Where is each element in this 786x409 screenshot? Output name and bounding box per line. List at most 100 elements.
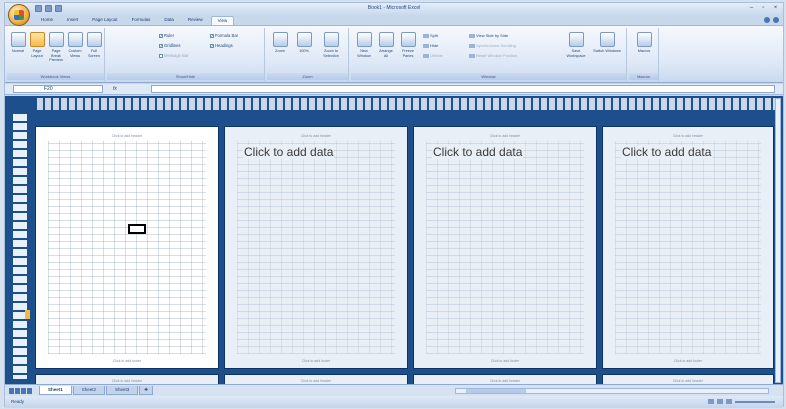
check-icon: ✓ <box>210 43 214 48</box>
normal-view-status-icon[interactable] <box>708 399 714 404</box>
switch-windows-button[interactable]: Switch Windows <box>593 32 621 54</box>
horizontal-scrollbar[interactable] <box>455 388 769 394</box>
tab-data[interactable]: Data <box>158 16 180 25</box>
active-cell[interactable] <box>128 224 146 234</box>
last-sheet-icon[interactable] <box>27 388 32 394</box>
page-header[interactable]: Click to add header <box>603 134 773 138</box>
prev-sheet-icon[interactable] <box>15 388 20 394</box>
side-by-side-icon <box>469 33 475 38</box>
ribbon: Normal Page Layout Page Break Preview Cu… <box>5 25 783 83</box>
first-sheet-icon[interactable] <box>9 388 14 394</box>
page-4[interactable]: Click to add header Click to add data Cl… <box>602 126 774 369</box>
new-window-button[interactable]: New Window <box>355 32 373 58</box>
click-to-add-data[interactable]: Click to add data <box>432 145 524 159</box>
page-layout-view-icon <box>29 32 45 47</box>
save-workspace-button[interactable]: Save Workspace <box>563 32 589 58</box>
insert-function-icon[interactable]: fx <box>113 86 117 92</box>
insert-sheet-icon[interactable]: ✚ <box>139 386 154 395</box>
page-footer[interactable]: Click to add footer <box>225 359 407 363</box>
reset-window-icon <box>469 53 475 58</box>
formula-bar-checkbox[interactable]: ✓Formula Bar <box>210 33 238 38</box>
page-footer[interactable]: Click to add footer <box>603 359 773 363</box>
magnifier-icon <box>272 32 288 47</box>
page-header[interactable]: Click to add header <box>36 134 218 138</box>
next-sheet-icon[interactable] <box>21 388 26 394</box>
split-icon <box>423 33 429 38</box>
save-workspace-icon <box>568 32 584 47</box>
ribbon-minimize-icon[interactable] <box>773 17 779 23</box>
page-layout-status-icon[interactable] <box>717 399 723 404</box>
check-icon: ✓ <box>159 43 163 48</box>
formula-bar: F20 fx <box>5 84 783 95</box>
vertical-scrollbar[interactable] <box>775 98 781 383</box>
arrange-all-button[interactable]: Arrange All <box>377 32 395 58</box>
hide-icon <box>423 43 429 48</box>
cell-grid <box>615 141 761 354</box>
group-show-hide: ✓Ruler ✓Gridlines Message Bar ✓Formula B… <box>107 28 265 81</box>
sheet-tab-sheet1[interactable]: Sheet1 <box>39 386 72 395</box>
sheet-tabs: Sheet1 Sheet2 Sheet3 ✚ <box>39 386 154 395</box>
page-footer[interactable]: Click to add footer <box>36 359 218 363</box>
tab-home[interactable]: Home <box>35 16 59 25</box>
checkbox-icon <box>159 53 163 58</box>
zoom-to-selection-button[interactable]: Zoom to Selection <box>319 32 343 58</box>
macros-icon <box>636 32 652 47</box>
page-header[interactable]: Click to add header <box>414 134 596 138</box>
message-bar-checkbox[interactable]: Message Bar <box>159 53 189 58</box>
page-footer[interactable]: Click to add footer <box>414 359 596 363</box>
split-button[interactable]: Split <box>423 33 438 38</box>
help-icon[interactable] <box>764 17 770 23</box>
tab-view[interactable]: View <box>210 16 235 25</box>
tab-formulas[interactable]: Formulas <box>126 16 157 25</box>
sheet-tab-sheet3[interactable]: Sheet3 <box>106 386 139 395</box>
zoom-100-icon <box>296 32 312 47</box>
page-break-preview-button[interactable]: Page Break Preview <box>47 32 65 63</box>
formula-input[interactable] <box>151 85 775 93</box>
ruler-checkbox[interactable]: ✓Ruler <box>159 33 174 38</box>
click-to-add-data[interactable]: Click to add data <box>621 145 713 159</box>
tab-review[interactable]: Review <box>182 16 209 25</box>
name-box[interactable]: F20 <box>13 85 103 93</box>
full-screen-icon <box>86 32 102 47</box>
maximize-icon[interactable]: ▫ <box>759 4 768 12</box>
custom-views-button[interactable]: Custom Views <box>66 32 84 58</box>
cell-grid[interactable] <box>48 141 206 354</box>
minimize-icon[interactable]: – <box>747 4 756 12</box>
check-icon: ✓ <box>210 33 214 38</box>
view-side-by-side-button[interactable]: View Side by Side <box>469 33 508 38</box>
full-screen-button[interactable]: Full Screen <box>85 32 103 58</box>
page-1[interactable]: Click to add header Click to add footer <box>35 126 219 369</box>
reset-window-position-button[interactable]: Reset Window Position <box>469 53 517 58</box>
office-logo-icon <box>14 10 24 20</box>
freeze-panes-button[interactable]: Freeze Panes <box>399 32 417 58</box>
formula-controls: fx <box>113 85 143 93</box>
macros-button[interactable]: Macros <box>635 32 653 54</box>
group-label: Zoom <box>267 73 348 80</box>
synchronous-scrolling-button[interactable]: Synchronous Scrolling <box>469 43 516 48</box>
window-title: Book1 - Microsoft Excel <box>367 5 421 11</box>
gridlines-checkbox[interactable]: ✓Gridlines <box>159 43 181 48</box>
zoom-button[interactable]: Zoom <box>271 32 289 54</box>
page-3[interactable]: Click to add header Click to add data Cl… <box>413 126 597 369</box>
tab-page-layout[interactable]: Page Layout <box>86 16 123 25</box>
group-label: Workbook Views <box>7 73 104 80</box>
close-icon[interactable]: × <box>771 4 780 12</box>
hide-button[interactable]: Hide <box>423 43 438 48</box>
page-header[interactable]: Click to add header <box>225 134 407 138</box>
zoom-100-button[interactable]: 100% <box>295 32 313 54</box>
sheet-tab-sheet2[interactable]: Sheet2 <box>72 386 106 395</box>
zoom-selection-icon <box>323 32 339 47</box>
office-button[interactable] <box>8 4 30 26</box>
tab-insert[interactable]: Insert <box>61 16 84 25</box>
freeze-panes-icon <box>400 32 416 47</box>
scroll-thumb[interactable] <box>466 389 526 393</box>
page-2[interactable]: Click to add header Click to add data Cl… <box>224 126 408 369</box>
zoom-slider[interactable] <box>735 400 775 403</box>
page-layout-view-button[interactable]: Page Layout <box>28 32 46 58</box>
unhide-icon <box>423 53 429 58</box>
page-break-status-icon[interactable] <box>726 399 732 404</box>
click-to-add-data[interactable]: Click to add data <box>243 145 335 159</box>
headings-checkbox[interactable]: ✓Headings <box>210 43 233 48</box>
normal-view-button[interactable]: Normal <box>9 32 27 54</box>
unhide-button[interactable]: Unhide <box>423 53 443 58</box>
